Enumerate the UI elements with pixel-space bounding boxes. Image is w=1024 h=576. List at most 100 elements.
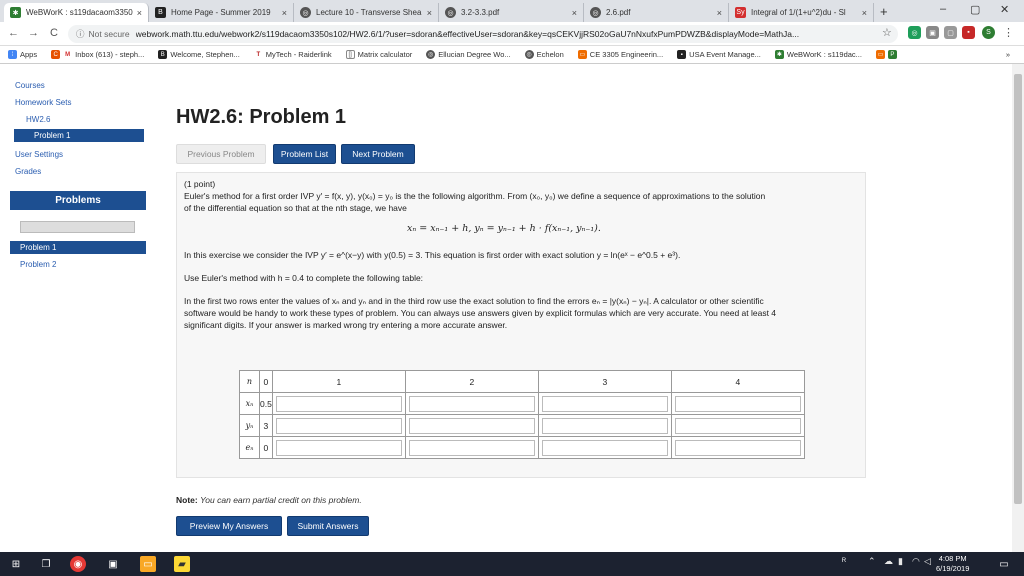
restore-icon[interactable]: ▢ <box>970 3 980 16</box>
sidebar-link-user-settings[interactable]: User Settings <box>15 150 63 159</box>
wifi-icon[interactable]: ◠ <box>912 556 920 567</box>
windows-start-icon[interactable]: ⊞ <box>8 556 24 572</box>
progress-bar <box>20 221 135 233</box>
blackboard-icon: B <box>155 7 166 18</box>
windows-taskbar: ⊞ ❐ ◉ ▣ ▭ ▰ ᴿ ⌃ ☁ ▮ ◠ ◁ 4:08 PM 6/19/201… <box>0 552 1024 576</box>
answer-input-x4[interactable] <box>674 395 801 412</box>
bookmark-welcome[interactable]: B Welcome, Stephen... <box>158 50 240 59</box>
star-icon[interactable]: ☆ <box>882 26 892 39</box>
close-tab-icon[interactable]: × <box>572 8 577 18</box>
problem-list-item-1[interactable]: Problem 1 <box>10 241 146 254</box>
notifications-icon[interactable]: ▭ <box>996 556 1012 572</box>
menu-icon[interactable]: ⋮ <box>1002 26 1015 39</box>
url-text[interactable]: webwork.math.ttu.edu/webwork2/s119dacaom… <box>136 29 800 39</box>
bookmark-mytech[interactable]: T MyTech - Raiderlink <box>253 50 332 59</box>
close-tab-icon[interactable]: × <box>862 8 867 18</box>
back-icon[interactable]: ← <box>8 27 19 39</box>
column-header: 4 <box>670 370 805 393</box>
note-label: Note: <box>176 495 198 505</box>
answer-input-y1[interactable] <box>275 417 402 434</box>
extension-icon[interactable]: ▣ <box>926 26 939 39</box>
battery-icon[interactable]: ▮ <box>898 556 903 567</box>
bookmark-echelon[interactable]: ◎ Echelon <box>524 50 564 59</box>
bookmarks-more-icon[interactable]: » <box>1006 50 1010 59</box>
tab-symbolab[interactable]: Sy Integral of 1/(1+u^2)du - Sl × <box>729 3 874 22</box>
preview-answers-button[interactable]: Preview My Answers <box>176 516 282 536</box>
bookmark-matrix-calculator[interactable]: [] Matrix calculator <box>345 50 412 59</box>
close-tab-icon[interactable]: × <box>282 8 287 18</box>
tab-3-2-pdf[interactable]: ◎ 3.2-3.3.pdf × <box>439 3 584 22</box>
file-explorer-icon[interactable]: ▭ <box>140 556 156 572</box>
column-header: 2 <box>404 370 539 393</box>
next-problem-button[interactable]: Next Problem <box>341 144 415 164</box>
info-icon[interactable]: ⓘ <box>76 28 85 40</box>
problem-list-button[interactable]: Problem List <box>273 144 336 164</box>
sidebar-link-grades[interactable]: Grades <box>15 167 41 176</box>
cloud-icon[interactable]: ☁ <box>884 556 893 567</box>
url-input[interactable]: ⓘ Not secure webwork.math.ttu.edu/webwor… <box>68 25 898 43</box>
answer-input-x3[interactable] <box>541 395 668 412</box>
answer-input-x2[interactable] <box>408 395 535 412</box>
profile-avatar[interactable]: S <box>982 26 995 39</box>
bookmark-webwork[interactable]: ✱ WeBWorK : s119dac... <box>774 50 862 59</box>
minimize-icon[interactable]: – <box>940 3 946 15</box>
points-label: (1 point) <box>184 179 216 189</box>
problem-list-item-2[interactable]: Problem 2 <box>20 260 56 269</box>
column-header: 0 <box>259 370 273 393</box>
system-clock[interactable]: 4:08 PM 6/19/2019 <box>936 554 969 574</box>
page-scrollbar[interactable] <box>1012 64 1024 552</box>
table-row: n 0 1 2 3 4 <box>239 370 805 393</box>
answer-input-y2[interactable] <box>408 417 535 434</box>
sidebar-link-problem-1[interactable]: Problem 1 <box>14 129 144 142</box>
bookmark-ce-3305[interactable]: ▭ CE 3305 Engineerin... <box>577 50 663 59</box>
problems-header: Problems <box>10 191 146 210</box>
partial-credit-note: Note: You can earn partial credit on thi… <box>176 495 362 505</box>
close-tab-icon[interactable]: × <box>717 8 722 18</box>
extension-icon[interactable]: ▪ <box>962 26 975 39</box>
answer-input-y4[interactable] <box>674 417 801 434</box>
forward-icon[interactable]: → <box>28 27 39 39</box>
tab-webwork[interactable]: ✱ WeBWorK : s119dacaom3350 × <box>4 3 149 22</box>
tray-up-icon[interactable]: ⌃ <box>868 556 876 567</box>
chrome-icon[interactable]: ◉ <box>70 556 86 572</box>
euler-equation: xₙ = xₙ₋₁ + h, yₙ = yₙ₋₁ + h · f(xₙ₋₁, y… <box>407 223 601 234</box>
submit-answers-button[interactable]: Submit Answers <box>287 516 369 536</box>
previous-problem-button[interactable]: Previous Problem <box>176 144 266 164</box>
bookmark-inbox[interactable]: C M Inbox (613) - steph... <box>51 50 144 59</box>
answer-input-e1[interactable] <box>275 439 402 456</box>
note-text: You can earn partial credit on this prob… <box>200 495 362 505</box>
bookmark-extra[interactable]: ▭ P <box>875 50 900 59</box>
tab-home-page[interactable]: B Home Page - Summer 2019 × <box>149 3 294 22</box>
event-icon: ▪ <box>677 50 687 59</box>
answer-input-x1[interactable] <box>275 395 402 412</box>
close-tab-icon[interactable]: × <box>427 8 432 18</box>
store-icon[interactable]: ▣ <box>105 556 121 572</box>
extension-icon[interactable]: ▢ <box>944 26 957 39</box>
tab-lecture-10[interactable]: ◎ Lecture 10 - Transverse Shea × <box>294 3 439 22</box>
sidebar-link-hw2-6[interactable]: HW2.6 <box>26 115 50 124</box>
answer-input-e2[interactable] <box>408 439 535 456</box>
tab-2-6-pdf[interactable]: ◎ 2.6.pdf × <box>584 3 729 22</box>
sticky-notes-icon[interactable]: ▰ <box>174 556 190 572</box>
table-row: eₙ 0 <box>239 436 805 459</box>
answer-input-e3[interactable] <box>541 439 668 456</box>
extension-icon[interactable]: ◎ <box>908 26 921 39</box>
bookmark-apps[interactable]: ⁞ Apps <box>8 50 37 59</box>
browser-tab-bar: ✱ WeBWorK : s119dacaom3350 × B Home Page… <box>0 0 1024 22</box>
task-view-icon[interactable]: ❐ <box>38 556 54 572</box>
sidebar-link-homework-sets[interactable]: Homework Sets <box>15 98 71 107</box>
sidebar-link-courses[interactable]: Courses <box>15 81 45 90</box>
answer-input-y3[interactable] <box>541 417 668 434</box>
answer-input-e4[interactable] <box>674 439 801 456</box>
people-icon[interactable]: ᴿ <box>842 556 846 566</box>
scrollbar-thumb[interactable] <box>1014 74 1022 504</box>
new-tab-button[interactable]: + <box>880 4 888 19</box>
volume-icon[interactable]: ◁ <box>924 556 931 567</box>
close-window-icon[interactable]: ✕ <box>1000 3 1009 16</box>
row-label-e: eₙ <box>239 436 260 459</box>
close-tab-icon[interactable]: × <box>137 8 142 18</box>
bookmark-ellucian[interactable]: ◎ Ellucian Degree Wo... <box>426 50 511 59</box>
bookmark-usa-event[interactable]: ▪ USA Event Manage... <box>677 50 761 59</box>
reload-icon[interactable]: C <box>50 27 58 39</box>
problem-text-line: software would be handy to work these ty… <box>184 308 777 318</box>
